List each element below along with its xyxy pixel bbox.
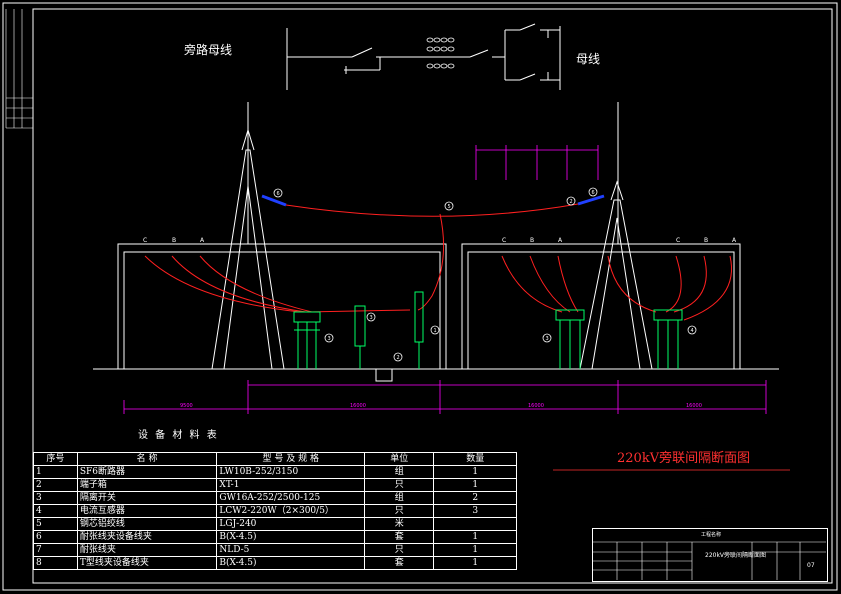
header-unit: 单位	[364, 452, 435, 466]
phase-label: C	[502, 237, 506, 244]
phase-label: A	[558, 237, 563, 244]
dimension-texts: 9500 16000 16000 16000	[180, 403, 702, 409]
callout-number: 2	[397, 355, 400, 361]
bus-schematic	[286, 23, 561, 90]
phase-label: B	[172, 237, 176, 244]
phase-label: B	[530, 237, 534, 244]
phase-label: C	[143, 237, 147, 244]
cell: 1	[433, 478, 517, 492]
callout-number: 6	[277, 191, 280, 197]
cell: 4	[33, 504, 78, 518]
header-index: 序号	[33, 452, 78, 466]
equipment	[293, 291, 683, 369]
material-table: 序号 名 称 型 号 及 规 格 单位 数量 1 SF6断路器 LW10B-252/…	[33, 452, 517, 570]
dimension-text: 16000	[350, 403, 366, 409]
phase-label: C	[676, 237, 680, 244]
insulator-right	[577, 194, 605, 206]
header-spec: 型 号 及 规 格	[216, 452, 366, 466]
dimension-text: 9500	[180, 403, 193, 409]
dimension-text: 16000	[528, 403, 544, 409]
table-row: 4 电流互感器 LCW2-220W（2×300/5）只 3	[33, 504, 517, 518]
phase-label: A	[200, 237, 205, 244]
cell: 7	[33, 543, 78, 557]
table-title: 设 备 材 料 表	[138, 430, 219, 441]
callout-number: 3	[328, 336, 331, 342]
cell: 只	[364, 543, 435, 557]
cell: NLD-5	[216, 543, 366, 557]
title-block-grid	[592, 541, 826, 580]
cell: 只	[364, 504, 435, 518]
cell: 耐张线夹设备线夹	[76, 530, 218, 544]
right-gantry	[461, 102, 741, 369]
callout-number: 3	[546, 336, 549, 342]
insulator-left	[261, 194, 287, 207]
dimensions	[123, 145, 767, 414]
header-name: 名 称	[76, 452, 218, 466]
cell: 2	[433, 491, 517, 505]
cell: T型线夹设备线夹	[76, 556, 218, 570]
table-row: 6 耐张线夹设备线夹 B(X-4.5) 套 1	[33, 530, 517, 544]
callout-number: 3	[370, 315, 373, 321]
cell: 米	[364, 517, 435, 531]
cell: 钢芯铝绞线	[76, 517, 218, 531]
cell: 3	[433, 504, 517, 518]
cell: GW16A-252/2500-125	[216, 491, 366, 505]
cell: 套	[364, 556, 435, 570]
cell: 只	[364, 478, 435, 492]
revision-strip	[5, 9, 33, 129]
callouts: 6 5 6 2 3 3 1 2 3 4	[273, 187, 697, 362]
cell	[433, 517, 517, 531]
table-row: 3 隔离开关 GW16A-252/2500-125 组 2	[33, 491, 517, 505]
callout-number: 2	[570, 199, 573, 205]
cell: 5	[33, 517, 78, 531]
callout-number: 1	[434, 328, 437, 334]
main-bus-label: 母线	[576, 52, 601, 66]
callout-number: 4	[691, 328, 694, 334]
cell: 1	[433, 556, 517, 570]
cell: 电流互感器	[76, 504, 218, 518]
cell: 端子箱	[76, 478, 218, 492]
cell: 组	[364, 465, 435, 479]
cell: 6	[33, 530, 78, 544]
cell: LCW2-220W（2×300/5）	[216, 504, 366, 518]
cell: 组	[364, 491, 435, 505]
left-gantry	[117, 102, 447, 369]
drawing-title: 220kV旁联间隔断面图	[617, 451, 751, 466]
table-row: 8 T型线夹设备线夹 B(X-4.5) 套 1	[33, 556, 517, 570]
cell: 套	[364, 530, 435, 544]
cell: LW10B-252/3150	[216, 465, 366, 479]
table-row: 7 耐张线夹 NLD-5 只 1	[33, 543, 517, 557]
callout-number: 5	[448, 204, 451, 210]
cell: 隔离开关	[76, 491, 218, 505]
cell: LGJ-240	[216, 517, 366, 531]
cell: 1	[433, 543, 517, 557]
cell: 耐张线夹	[76, 543, 218, 557]
cell: 2	[33, 478, 78, 492]
table-row: 5 钢芯铝绞线 LGJ-240 米	[33, 517, 517, 531]
phase-label: B	[704, 237, 708, 244]
callout-number: 6	[592, 190, 595, 196]
cell: 1	[433, 530, 517, 544]
cell: B(X-4.5)	[216, 530, 366, 544]
cell: 1	[433, 465, 517, 479]
cell: SF6断路器	[76, 465, 218, 479]
phase-label: A	[732, 237, 737, 244]
table-header-row: 序号 名 称 型 号 及 规 格 单位 数量	[33, 452, 517, 466]
dimension-text: 16000	[686, 403, 702, 409]
cell: 3	[33, 491, 78, 505]
right-tower	[579, 180, 653, 370]
cell: XT-1	[216, 478, 366, 492]
terminal-box	[375, 368, 393, 382]
table-row: 1 SF6断路器 LW10B-252/3150 组 1	[33, 465, 517, 479]
table-row: 2 端子箱 XT-1 只 1	[33, 478, 517, 492]
cell: 8	[33, 556, 78, 570]
cell: B(X-4.5)	[216, 556, 366, 570]
cell: 1	[33, 465, 78, 479]
bypass-bus-label: 旁路母线	[184, 43, 233, 57]
header-qty: 数量	[433, 452, 517, 466]
